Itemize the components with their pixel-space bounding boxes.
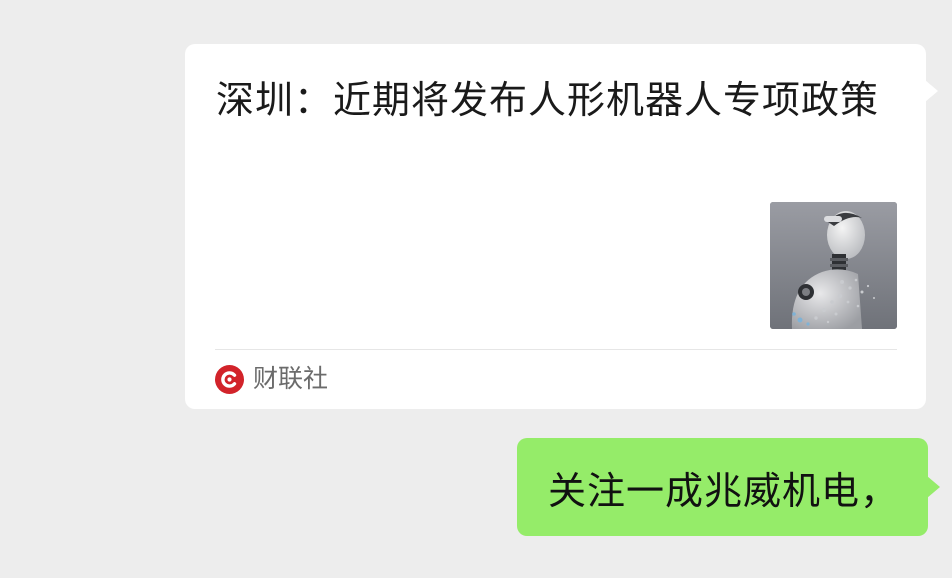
article-thumbnail — [770, 202, 897, 329]
shared-article-card[interactable]: 深圳：近期将发布人形机器人专项政策 财联社 — [185, 44, 938, 409]
outgoing-message-text: 关注一成兆威机电， — [548, 468, 900, 513]
cailianshe-logo-icon — [215, 364, 244, 394]
card-divider — [215, 349, 897, 350]
source-name: 财联社 — [253, 364, 329, 393]
chat-area: 深圳：近期将发布人形机器人专项政策 财联社 关注一成兆威机电， — [0, 0, 952, 578]
robot-thumbnail-image — [770, 202, 897, 329]
article-title: 深圳：近期将发布人形机器人专项政策 — [216, 78, 880, 122]
outgoing-message-bubble[interactable]: 关注一成兆威机电， — [517, 438, 941, 536]
outgoing-bubble-tail — [927, 476, 941, 498]
card-bubble-tail — [925, 80, 938, 102]
article-source: 财联社 — [215, 362, 328, 396]
